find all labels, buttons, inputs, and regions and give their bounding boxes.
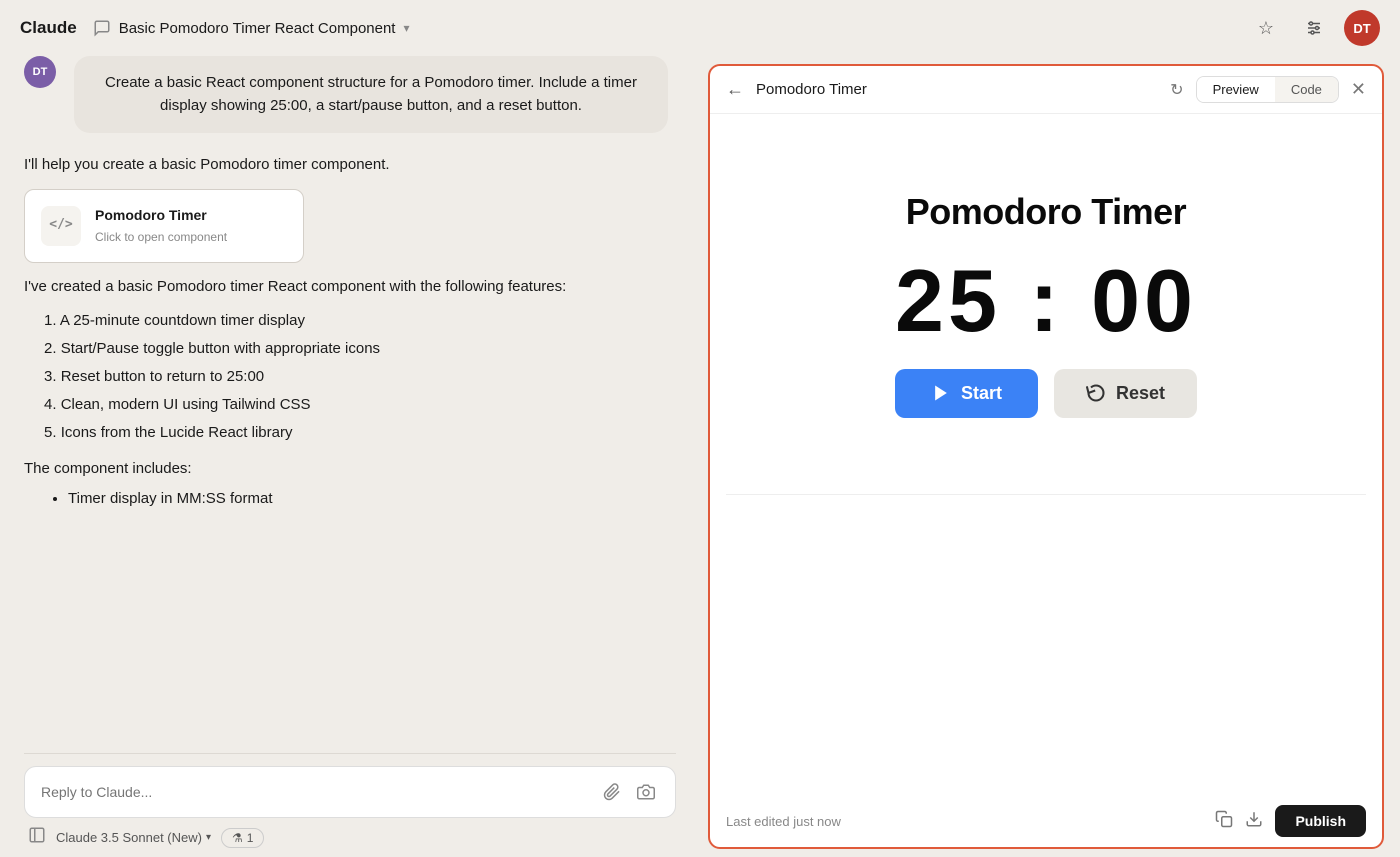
preview-panel: ← Pomodoro Timer ↻ Preview Code ✕ Pomodo… xyxy=(708,64,1384,849)
close-icon: ✕ xyxy=(1351,79,1366,99)
main-layout: DT Create a basic React component struct… xyxy=(0,56,1400,857)
list-item: 1. A 25-minute countdown timer display xyxy=(44,309,676,333)
bottom-bar: Claude 3.5 Sonnet (New) ▾ ⚗ 1 xyxy=(24,818,676,849)
app-logo: Claude xyxy=(20,18,77,38)
preview-lower-area xyxy=(710,495,1382,795)
list-item: Timer display in MM:SS format xyxy=(68,487,676,511)
nav-icons: ☆ DT xyxy=(1248,10,1380,46)
preview-tabs: Preview Code xyxy=(1196,76,1339,103)
pomodoro-widget: Pomodoro Timer 25 : 00 Start xyxy=(895,191,1197,418)
copy-button[interactable] xyxy=(1215,810,1233,833)
start-button[interactable]: Start xyxy=(895,369,1038,418)
reset-button[interactable]: Reset xyxy=(1054,369,1197,418)
assistant-message: I'll help you create a basic Pomodoro ti… xyxy=(24,149,676,519)
chat-bubble-icon xyxy=(93,19,111,37)
list-item: 3. Reset button to return to 25:00 xyxy=(44,365,676,389)
preview-header: ← Pomodoro Timer ↻ Preview Code ✕ xyxy=(710,66,1382,114)
preview-refresh-button[interactable]: ↻ xyxy=(1170,80,1183,100)
user-message-bubble: Create a basic React component structure… xyxy=(74,56,668,133)
list-item: 4. Clean, modern UI using Tailwind CSS xyxy=(44,393,676,417)
preview-title: Pomodoro Timer xyxy=(756,81,1158,98)
tab-code[interactable]: Code xyxy=(1275,77,1338,102)
input-row xyxy=(24,766,676,818)
last-edited-label: Last edited just now xyxy=(726,814,1203,829)
star-icon: ☆ xyxy=(1258,18,1274,39)
context-badge: ⚗ 1 xyxy=(221,828,264,848)
download-button[interactable] xyxy=(1245,810,1263,833)
component-card-icon: </> xyxy=(41,206,81,246)
star-button[interactable]: ☆ xyxy=(1248,10,1284,46)
convo-title[interactable]: Basic Pomodoro Timer React Component ▾ xyxy=(93,19,410,37)
attachment-button[interactable] xyxy=(599,779,625,805)
component-card[interactable]: </> Pomodoro Timer Click to open compone… xyxy=(24,189,304,263)
chat-panel: DT Create a basic React component struct… xyxy=(0,56,700,857)
sliders-icon xyxy=(1305,19,1323,37)
sidebar-icon xyxy=(28,826,46,844)
settings-button[interactable] xyxy=(1296,10,1332,46)
camera-button[interactable] xyxy=(633,779,659,805)
camera-icon xyxy=(637,783,655,801)
paperclip-icon xyxy=(603,783,621,801)
list-item: 2. Start/Pause toggle button with approp… xyxy=(44,337,676,361)
user-message-container: DT Create a basic React component struct… xyxy=(24,56,676,133)
refresh-icon: ↻ xyxy=(1170,82,1183,99)
reset-icon xyxy=(1086,383,1106,403)
tab-preview[interactable]: Preview xyxy=(1197,77,1275,102)
back-arrow-icon: ← xyxy=(726,79,744,99)
user-avatar: DT xyxy=(24,56,56,88)
chat-messages: DT Create a basic React component struct… xyxy=(24,56,676,753)
sidebar-toggle-button[interactable] xyxy=(28,826,46,849)
list-item: 5. Icons from the Lucide React library xyxy=(44,421,676,445)
top-nav: Claude Basic Pomodoro Timer React Compon… xyxy=(0,0,1400,56)
play-icon xyxy=(931,383,951,403)
download-icon xyxy=(1245,810,1263,828)
chat-input[interactable] xyxy=(41,784,591,800)
pomodoro-buttons: Start Reset xyxy=(895,369,1197,418)
preview-close-button[interactable]: ✕ xyxy=(1351,79,1366,100)
pomodoro-timer-display: 25 : 00 xyxy=(895,257,1197,345)
copy-icon xyxy=(1215,810,1233,828)
preview-footer: Last edited just now Publish xyxy=(710,795,1382,847)
model-selector[interactable]: Claude 3.5 Sonnet (New) ▾ xyxy=(56,830,211,845)
input-area: Claude 3.5 Sonnet (New) ▾ ⚗ 1 xyxy=(24,753,676,857)
preview-back-button[interactable]: ← xyxy=(726,79,744,100)
component-card-info: Pomodoro Timer Click to open component xyxy=(95,204,227,248)
avatar-button[interactable]: DT xyxy=(1344,10,1380,46)
preview-content: Pomodoro Timer 25 : 00 Start xyxy=(710,114,1382,494)
pomodoro-widget-title: Pomodoro Timer xyxy=(906,191,1186,233)
publish-button[interactable]: Publish xyxy=(1275,805,1366,837)
